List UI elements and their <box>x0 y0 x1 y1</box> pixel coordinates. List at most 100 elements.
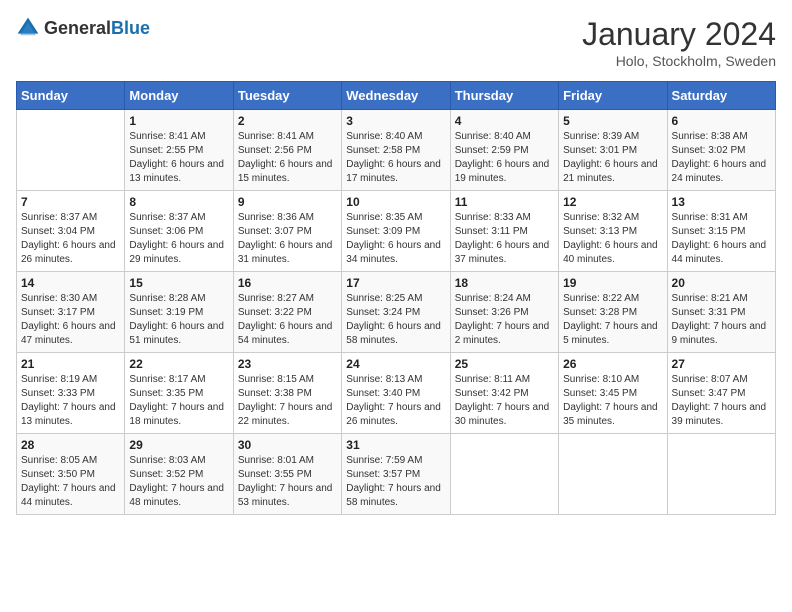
weekday-header-monday: Monday <box>125 82 233 110</box>
logo-icon <box>16 16 40 40</box>
day-number: 9 <box>238 195 337 209</box>
day-number: 31 <box>346 438 445 452</box>
day-info: Sunrise: 8:07 AMSunset: 3:47 PMDaylight:… <box>672 373 771 429</box>
logo-blue: Blue <box>111 18 150 38</box>
month-title: January 2024 <box>582 16 776 53</box>
day-number: 23 <box>238 357 337 371</box>
calendar-cell: 2 Sunrise: 8:41 AMSunset: 2:56 PMDaylight… <box>233 110 341 191</box>
day-info: Sunrise: 8:10 AMSunset: 3:45 PMDaylight:… <box>563 373 662 429</box>
day-number: 1 <box>129 114 228 128</box>
weekday-header-wednesday: Wednesday <box>342 82 450 110</box>
day-info: Sunrise: 8:13 AMSunset: 3:40 PMDaylight:… <box>346 373 445 429</box>
day-info: Sunrise: 8:22 AMSunset: 3:28 PMDaylight:… <box>563 292 662 348</box>
week-row-2: 14 Sunrise: 8:30 AMSunset: 3:17 PMDayligh… <box>17 272 776 353</box>
logo: GeneralBlue <box>16 16 150 40</box>
week-row-1: 7Sunrise: 8:37 AMSunset: 3:04 PMDaylight… <box>17 191 776 272</box>
day-number: 12 <box>563 195 662 209</box>
week-row-4: 28 Sunrise: 8:05 AMSunset: 3:50 PMDayligh… <box>17 434 776 515</box>
day-info: Sunrise: 8:03 AMSunset: 3:52 PMDaylight:… <box>129 454 228 510</box>
day-number: 8 <box>129 195 228 209</box>
day-info: Sunrise: 8:35 AMSunset: 3:09 PMDaylight:… <box>346 211 445 267</box>
calendar-cell: 15Sunrise: 8:28 AMSunset: 3:19 PMDayligh… <box>125 272 233 353</box>
day-info: Sunrise: 8:41 AMSunset: 2:55 PMDaylight:… <box>129 130 228 186</box>
day-info: Sunrise: 7:59 AMSunset: 3:57 PMDaylight:… <box>346 454 445 510</box>
calendar-cell: 14 Sunrise: 8:30 AMSunset: 3:17 PMDayligh… <box>17 272 125 353</box>
day-number: 22 <box>129 357 228 371</box>
day-info: Sunrise: 8:17 AMSunset: 3:35 PMDaylight:… <box>129 373 228 429</box>
day-number: 26 <box>563 357 662 371</box>
day-number: 29 <box>129 438 228 452</box>
weekday-header-friday: Friday <box>559 82 667 110</box>
calendar-cell: 27 Sunrise: 8:07 AMSunset: 3:47 PMDayligh… <box>667 353 775 434</box>
calendar-cell: 25 Sunrise: 8:11 AMSunset: 3:42 PMDayligh… <box>450 353 558 434</box>
day-info: Sunrise: 8:28 AMSunset: 3:19 PMDaylight:… <box>129 292 228 348</box>
day-number: 19 <box>563 276 662 290</box>
day-info: Sunrise: 8:40 AMSunset: 2:59 PMDaylight:… <box>455 130 554 186</box>
day-info: Sunrise: 8:37 AMSunset: 3:06 PMDaylight:… <box>129 211 228 267</box>
day-number: 11 <box>455 195 554 209</box>
calendar-cell: 9 Sunrise: 8:36 AMSunset: 3:07 PMDaylight… <box>233 191 341 272</box>
day-number: 25 <box>455 357 554 371</box>
day-number: 17 <box>346 276 445 290</box>
day-info: Sunrise: 8:38 AMSunset: 3:02 PMDaylight:… <box>672 130 771 186</box>
day-info: Sunrise: 8:40 AMSunset: 2:58 PMDaylight:… <box>346 130 445 186</box>
weekday-header-saturday: Saturday <box>667 82 775 110</box>
day-info: Sunrise: 8:01 AMSunset: 3:55 PMDaylight:… <box>238 454 337 510</box>
day-number: 13 <box>672 195 771 209</box>
day-number: 18 <box>455 276 554 290</box>
calendar-table: SundayMondayTuesdayWednesdayThursdayFrid… <box>16 81 776 515</box>
title-block: January 2024 Holo, Stockholm, Sweden <box>582 16 776 69</box>
day-number: 2 <box>238 114 337 128</box>
calendar-cell: 23 Sunrise: 8:15 AMSunset: 3:38 PMDayligh… <box>233 353 341 434</box>
logo-general: General <box>44 18 111 38</box>
day-info: Sunrise: 8:41 AMSunset: 2:56 PMDaylight:… <box>238 130 337 186</box>
calendar-cell: 11 Sunrise: 8:33 AMSunset: 3:11 PMDayligh… <box>450 191 558 272</box>
calendar-cell: 1 Sunrise: 8:41 AMSunset: 2:55 PMDaylight… <box>125 110 233 191</box>
day-number: 14 <box>21 276 120 290</box>
day-info: Sunrise: 8:36 AMSunset: 3:07 PMDaylight:… <box>238 211 337 267</box>
day-info: Sunrise: 8:33 AMSunset: 3:11 PMDaylight:… <box>455 211 554 267</box>
weekday-header-thursday: Thursday <box>450 82 558 110</box>
day-number: 4 <box>455 114 554 128</box>
calendar-cell <box>667 434 775 515</box>
calendar-cell: 24Sunrise: 8:13 AMSunset: 3:40 PMDayligh… <box>342 353 450 434</box>
day-number: 6 <box>672 114 771 128</box>
day-info: Sunrise: 8:05 AMSunset: 3:50 PMDaylight:… <box>21 454 120 510</box>
calendar-cell: 8 Sunrise: 8:37 AMSunset: 3:06 PMDaylight… <box>125 191 233 272</box>
day-info: Sunrise: 8:39 AMSunset: 3:01 PMDaylight:… <box>563 130 662 186</box>
calendar-cell: 3Sunrise: 8:40 AMSunset: 2:58 PMDaylight… <box>342 110 450 191</box>
calendar-cell: 10 Sunrise: 8:35 AMSunset: 3:09 PMDayligh… <box>342 191 450 272</box>
calendar-cell: 7Sunrise: 8:37 AMSunset: 3:04 PMDaylight… <box>17 191 125 272</box>
day-number: 30 <box>238 438 337 452</box>
calendar-cell: 5 Sunrise: 8:39 AMSunset: 3:01 PMDaylight… <box>559 110 667 191</box>
calendar-cell: 16 Sunrise: 8:27 AMSunset: 3:22 PMDayligh… <box>233 272 341 353</box>
day-number: 27 <box>672 357 771 371</box>
day-info: Sunrise: 8:31 AMSunset: 3:15 PMDaylight:… <box>672 211 771 267</box>
day-number: 16 <box>238 276 337 290</box>
calendar-cell: 30 Sunrise: 8:01 AMSunset: 3:55 PMDayligh… <box>233 434 341 515</box>
day-number: 5 <box>563 114 662 128</box>
weekday-header-row: SundayMondayTuesdayWednesdayThursdayFrid… <box>17 82 776 110</box>
day-info: Sunrise: 8:32 AMSunset: 3:13 PMDaylight:… <box>563 211 662 267</box>
day-info: Sunrise: 8:21 AMSunset: 3:31 PMDaylight:… <box>672 292 771 348</box>
day-info: Sunrise: 8:30 AMSunset: 3:17 PMDaylight:… <box>21 292 120 348</box>
location: Holo, Stockholm, Sweden <box>582 53 776 69</box>
day-number: 28 <box>21 438 120 452</box>
calendar-cell: 19 Sunrise: 8:22 AMSunset: 3:28 PMDayligh… <box>559 272 667 353</box>
page-header: GeneralBlue January 2024 Holo, Stockholm… <box>16 16 776 69</box>
calendar-cell <box>450 434 558 515</box>
weekday-header-tuesday: Tuesday <box>233 82 341 110</box>
day-info: Sunrise: 8:15 AMSunset: 3:38 PMDaylight:… <box>238 373 337 429</box>
week-row-0: 1 Sunrise: 8:41 AMSunset: 2:55 PMDaylight… <box>17 110 776 191</box>
calendar-cell: 4 Sunrise: 8:40 AMSunset: 2:59 PMDaylight… <box>450 110 558 191</box>
day-number: 7 <box>21 195 120 209</box>
day-info: Sunrise: 8:19 AMSunset: 3:33 PMDaylight:… <box>21 373 120 429</box>
day-number: 21 <box>21 357 120 371</box>
calendar-cell: 31 Sunrise: 7:59 AMSunset: 3:57 PMDayligh… <box>342 434 450 515</box>
day-info: Sunrise: 8:27 AMSunset: 3:22 PMDaylight:… <box>238 292 337 348</box>
weekday-header-sunday: Sunday <box>17 82 125 110</box>
calendar-cell: 20Sunrise: 8:21 AMSunset: 3:31 PMDayligh… <box>667 272 775 353</box>
calendar-cell: 18Sunrise: 8:24 AMSunset: 3:26 PMDayligh… <box>450 272 558 353</box>
day-info: Sunrise: 8:11 AMSunset: 3:42 PMDaylight:… <box>455 373 554 429</box>
day-number: 10 <box>346 195 445 209</box>
